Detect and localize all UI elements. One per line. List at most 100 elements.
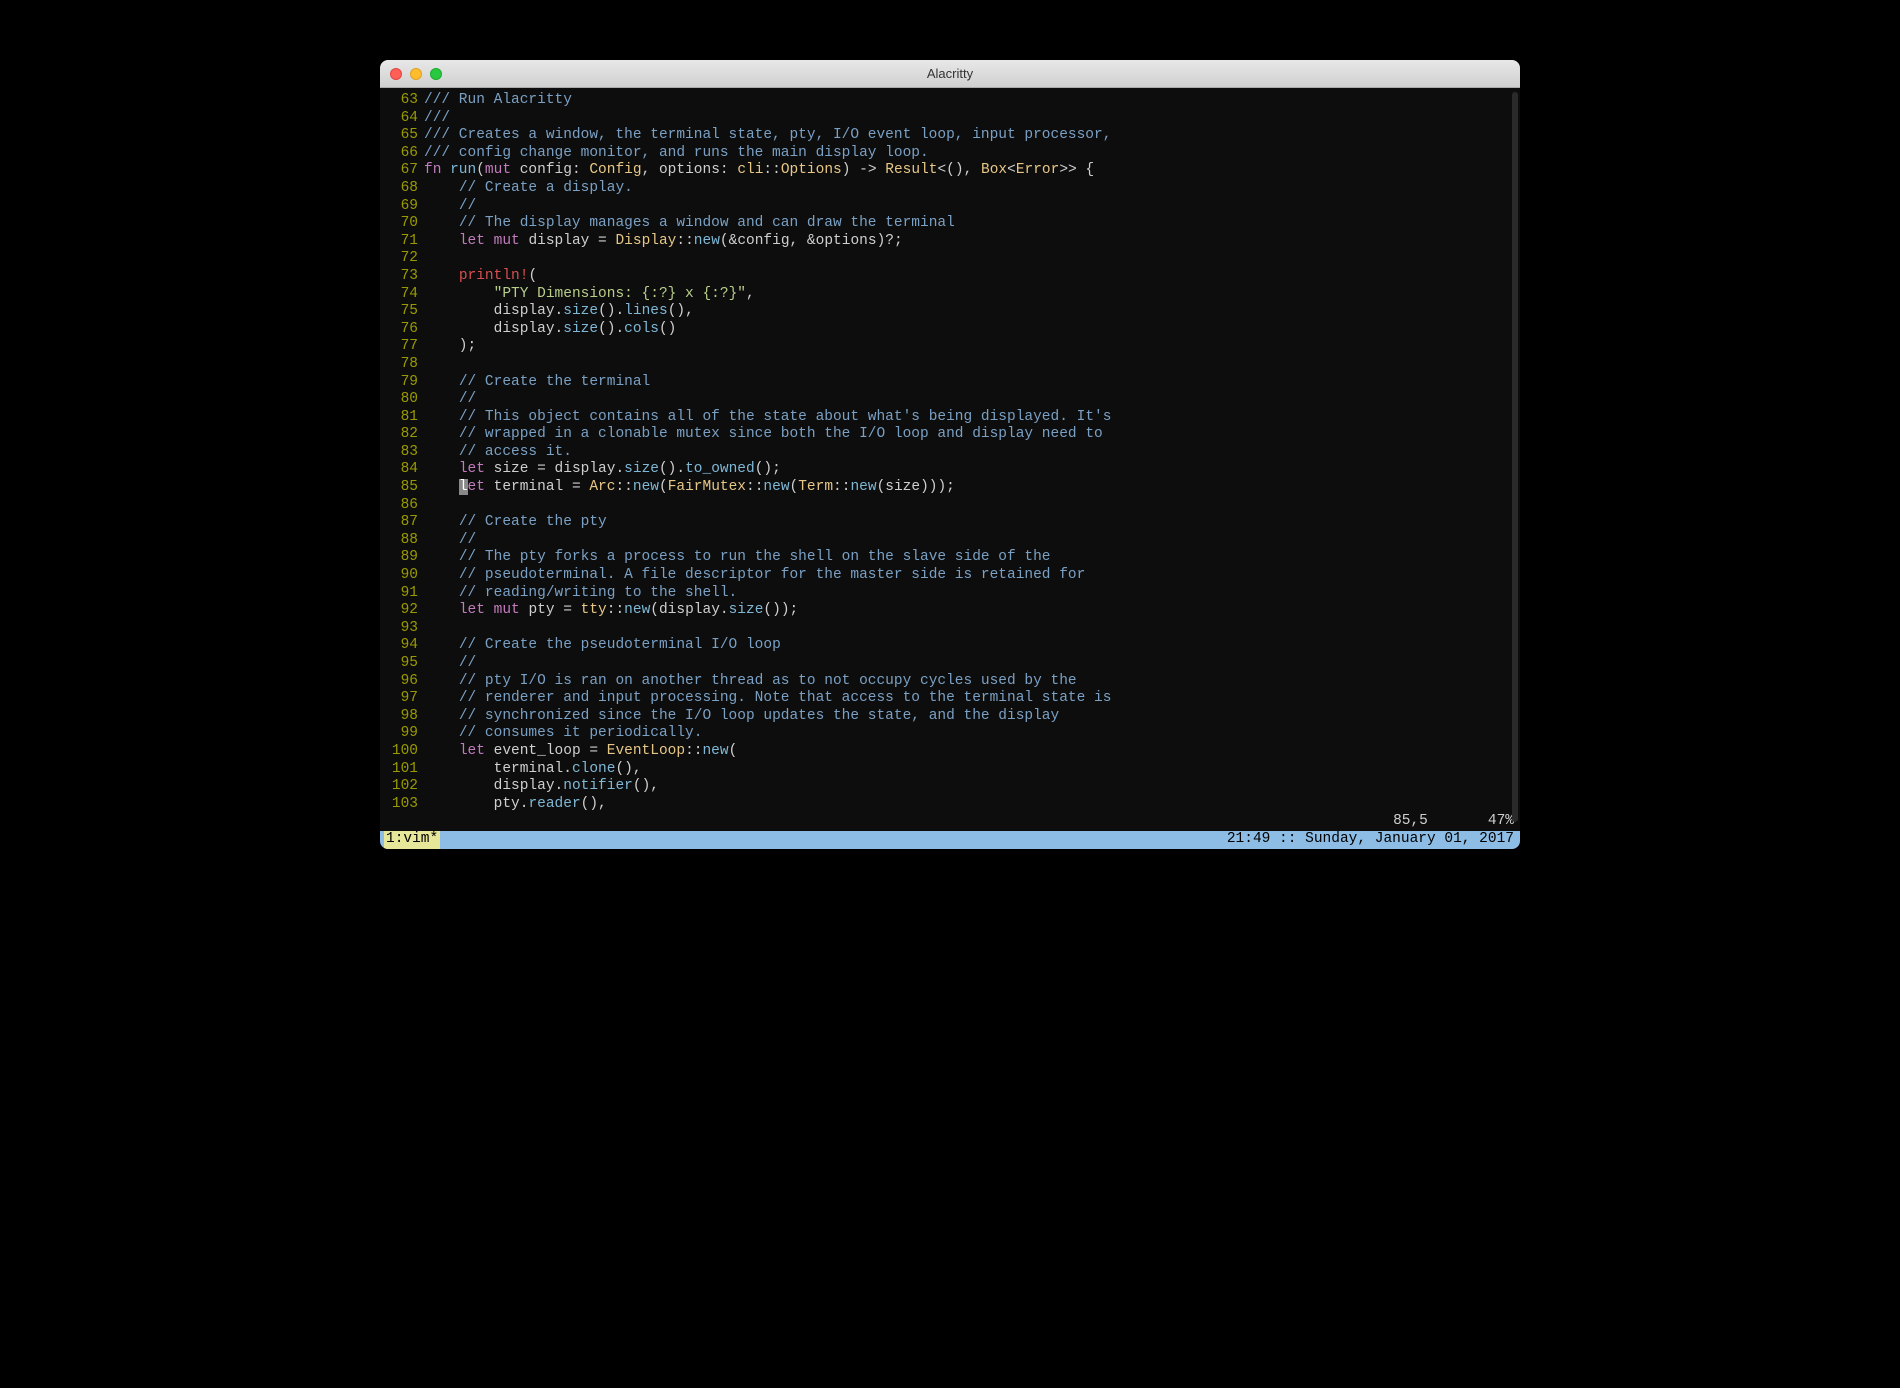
code-content: pty.reader(), [424, 796, 1514, 814]
code-line[interactable]: 97 // renderer and input processing. Not… [386, 690, 1514, 708]
code-line[interactable]: 89 // The pty forks a process to run the… [386, 549, 1514, 567]
code-line[interactable]: 98 // synchronized since the I/O loop up… [386, 708, 1514, 726]
line-number: 80 [386, 391, 424, 409]
line-number: 101 [386, 761, 424, 779]
code-line[interactable]: 64/// [386, 110, 1514, 128]
code-line[interactable]: 101 terminal.clone(), [386, 761, 1514, 779]
line-number: 87 [386, 514, 424, 532]
code-content [424, 356, 1514, 374]
code-line[interactable]: 95 // [386, 655, 1514, 673]
code-content: let event_loop = EventLoop::new( [424, 743, 1514, 761]
code-line[interactable]: 83 // access it. [386, 444, 1514, 462]
line-number: 68 [386, 180, 424, 198]
code-line[interactable]: 92 let mut pty = tty::new(display.size()… [386, 602, 1514, 620]
code-content: let size = display.size().to_owned(); [424, 461, 1514, 479]
code-content: fn run(mut config: Config, options: cli:… [424, 162, 1514, 180]
code-line[interactable]: 94 // Create the pseudoterminal I/O loop [386, 637, 1514, 655]
line-number: 100 [386, 743, 424, 761]
code-content: // access it. [424, 444, 1514, 462]
code-content: /// config change monitor, and runs the … [424, 145, 1514, 163]
line-number: 83 [386, 444, 424, 462]
line-number: 102 [386, 778, 424, 796]
scroll-percent: 47% [1488, 813, 1514, 831]
code-line[interactable]: 70 // The display manages a window and c… [386, 215, 1514, 233]
code-line[interactable]: 68 // Create a display. [386, 180, 1514, 198]
tmux-session: 1:vim* [384, 831, 440, 849]
code-line[interactable]: 86 [386, 497, 1514, 515]
code-content: // pty I/O is ran on another thread as t… [424, 673, 1514, 691]
line-number: 89 [386, 549, 424, 567]
code-line[interactable]: 93 [386, 620, 1514, 638]
code-content: // [424, 532, 1514, 550]
code-content: // wrapped in a clonable mutex since bot… [424, 426, 1514, 444]
code-content [424, 620, 1514, 638]
line-number: 88 [386, 532, 424, 550]
code-line[interactable]: 88 // [386, 532, 1514, 550]
code-line[interactable]: 81 // This object contains all of the st… [386, 409, 1514, 427]
code-line[interactable]: 76 display.size().cols() [386, 321, 1514, 339]
code-content: let mut pty = tty::new(display.size()); [424, 602, 1514, 620]
line-number: 79 [386, 374, 424, 392]
code-content: display.notifier(), [424, 778, 1514, 796]
minimize-icon[interactable] [410, 68, 422, 80]
line-number: 73 [386, 268, 424, 286]
code-content: // The display manages a window and can … [424, 215, 1514, 233]
line-number: 64 [386, 110, 424, 128]
line-number: 96 [386, 673, 424, 691]
line-number: 90 [386, 567, 424, 585]
terminal-body[interactable]: 63/// Run Alacritty64///65/// Creates a … [380, 88, 1520, 849]
titlebar[interactable]: Alacritty [380, 60, 1520, 88]
line-number: 74 [386, 286, 424, 304]
code-line[interactable]: 99 // consumes it periodically. [386, 725, 1514, 743]
code-content: /// Run Alacritty [424, 92, 1514, 110]
code-line[interactable]: 67fn run(mut config: Config, options: cl… [386, 162, 1514, 180]
code-line[interactable]: 91 // reading/writing to the shell. [386, 585, 1514, 603]
code-line[interactable]: 87 // Create the pty [386, 514, 1514, 532]
code-line[interactable]: 85 let terminal = Arc::new(FairMutex::ne… [386, 479, 1514, 497]
line-number: 92 [386, 602, 424, 620]
code-area[interactable]: 63/// Run Alacritty64///65/// Creates a … [380, 92, 1520, 813]
code-line[interactable]: 100 let event_loop = EventLoop::new( [386, 743, 1514, 761]
code-line[interactable]: 102 display.notifier(), [386, 778, 1514, 796]
scrollbar[interactable] [1512, 92, 1518, 822]
code-content: ); [424, 338, 1514, 356]
code-content: "PTY Dimensions: {:?} x {:?}", [424, 286, 1514, 304]
code-line[interactable]: 90 // pseudoterminal. A file descriptor … [386, 567, 1514, 585]
line-number: 66 [386, 145, 424, 163]
code-content: // reading/writing to the shell. [424, 585, 1514, 603]
code-line[interactable]: 80 // [386, 391, 1514, 409]
code-line[interactable]: 71 let mut display = Display::new(&confi… [386, 233, 1514, 251]
code-line[interactable]: 72 [386, 250, 1514, 268]
code-content [424, 250, 1514, 268]
traffic-lights [390, 68, 442, 80]
code-line[interactable]: 73 println!( [386, 268, 1514, 286]
code-line[interactable]: 103 pty.reader(), [386, 796, 1514, 814]
code-content: // consumes it periodically. [424, 725, 1514, 743]
code-line[interactable]: 77 ); [386, 338, 1514, 356]
line-number: 67 [386, 162, 424, 180]
code-line[interactable]: 96 // pty I/O is ran on another thread a… [386, 673, 1514, 691]
line-number: 93 [386, 620, 424, 638]
code-line[interactable]: 66/// config change monitor, and runs th… [386, 145, 1514, 163]
code-line[interactable]: 84 let size = display.size().to_owned(); [386, 461, 1514, 479]
code-line[interactable]: 78 [386, 356, 1514, 374]
code-line[interactable]: 79 // Create the terminal [386, 374, 1514, 392]
line-number: 86 [386, 497, 424, 515]
code-content: println!( [424, 268, 1514, 286]
code-content: // renderer and input processing. Note t… [424, 690, 1514, 708]
code-content: // Create the pty [424, 514, 1514, 532]
line-number: 95 [386, 655, 424, 673]
code-line[interactable]: 65/// Creates a window, the terminal sta… [386, 127, 1514, 145]
zoom-icon[interactable] [430, 68, 442, 80]
line-number: 69 [386, 198, 424, 216]
close-icon[interactable] [390, 68, 402, 80]
line-number: 103 [386, 796, 424, 814]
code-line[interactable]: 75 display.size().lines(), [386, 303, 1514, 321]
code-line[interactable]: 69 // [386, 198, 1514, 216]
code-line[interactable]: 82 // wrapped in a clonable mutex since … [386, 426, 1514, 444]
code-line[interactable]: 74 "PTY Dimensions: {:?} x {:?}", [386, 286, 1514, 304]
code-content: // Create a display. [424, 180, 1514, 198]
line-number: 82 [386, 426, 424, 444]
code-line[interactable]: 63/// Run Alacritty [386, 92, 1514, 110]
line-number: 71 [386, 233, 424, 251]
